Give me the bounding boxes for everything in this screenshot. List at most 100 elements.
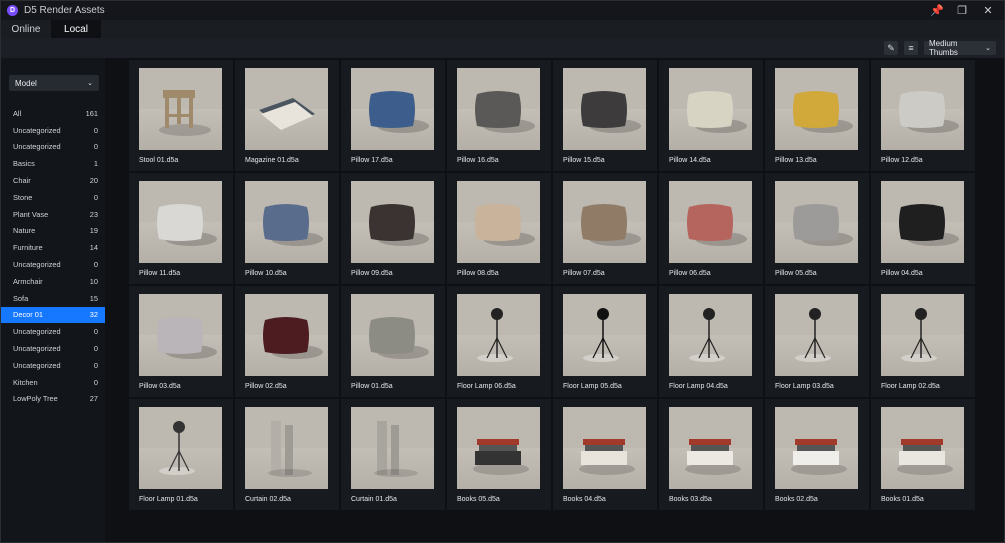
category-label: Uncategorized bbox=[13, 327, 61, 337]
asset-name: Books 01.d5a bbox=[881, 496, 924, 503]
category-count: 0 bbox=[93, 344, 98, 354]
asset-card[interactable]: Pillow 05.d5a bbox=[765, 173, 869, 284]
asset-card[interactable]: Stool 01.d5a bbox=[129, 60, 233, 171]
asset-card[interactable]: Pillow 15.d5a bbox=[553, 60, 657, 171]
asset-card[interactable]: Pillow 14.d5a bbox=[659, 60, 763, 171]
sidebar-item-uncategorized[interactable]: Uncategorized 0 bbox=[1, 357, 105, 374]
sidebar-item-basics[interactable]: Basics 1 bbox=[1, 155, 105, 172]
close-icon[interactable]: ✕ bbox=[982, 5, 994, 17]
asset-thumbnail bbox=[139, 68, 222, 150]
asset-card[interactable]: Curtain 01.d5a bbox=[341, 399, 445, 510]
asset-card[interactable]: Pillow 08.d5a bbox=[447, 173, 551, 284]
asset-card[interactable]: Pillow 07.d5a bbox=[553, 173, 657, 284]
asset-card[interactable]: Pillow 16.d5a bbox=[447, 60, 551, 171]
asset-card[interactable]: Floor Lamp 05.d5a bbox=[553, 286, 657, 397]
asset-name: Floor Lamp 04.d5a bbox=[669, 383, 728, 390]
category-label: All bbox=[13, 108, 22, 118]
asset-name: Curtain 01.d5a bbox=[351, 496, 397, 503]
asset-card[interactable]: Pillow 02.d5a bbox=[235, 286, 339, 397]
asset-card[interactable]: Magazine 01.d5a bbox=[235, 60, 339, 171]
category-label: Uncategorized bbox=[13, 360, 61, 370]
category-sidebar: Model ⌄ All 161 Uncategorized 0 Uncategorize… bbox=[1, 58, 105, 542]
sidebar-item-nature[interactable]: Nature 19 bbox=[1, 223, 105, 240]
asset-type-select[interactable]: Model ⌄ bbox=[9, 75, 99, 91]
restore-icon[interactable]: ❐ bbox=[956, 5, 968, 17]
asset-thumbnail bbox=[457, 294, 540, 376]
content-body: Model ⌄ All 161 Uncategorized 0 Uncategorize… bbox=[1, 58, 1004, 542]
view-mode-select[interactable]: Medium Thumbs ⌄ bbox=[924, 39, 996, 57]
asset-name: Pillow 07.d5a bbox=[563, 270, 605, 277]
sidebar-item-kitchen[interactable]: Kitchen 0 bbox=[1, 374, 105, 391]
sidebar-item-all[interactable]: All 161 bbox=[1, 105, 105, 122]
sidebar-item-decor-01[interactable]: Decor 01 32 bbox=[1, 306, 105, 324]
asset-thumbnail bbox=[881, 68, 964, 150]
sidebar-item-uncategorized[interactable]: Uncategorized 0 bbox=[1, 139, 105, 156]
asset-card[interactable]: Pillow 12.d5a bbox=[871, 60, 975, 171]
sidebar-item-chair[interactable]: Chair 20 bbox=[1, 172, 105, 189]
asset-name: Pillow 16.d5a bbox=[457, 157, 499, 164]
category-label: Chair bbox=[13, 176, 31, 186]
asset-card[interactable]: Floor Lamp 02.d5a bbox=[871, 286, 975, 397]
asset-card[interactable]: Books 04.d5a bbox=[553, 399, 657, 510]
category-list: All 161 Uncategorized 0 Uncategorized 0 Basics… bbox=[1, 105, 105, 407]
asset-name: Floor Lamp 01.d5a bbox=[139, 496, 198, 503]
category-count: 1 bbox=[93, 159, 98, 169]
tab-online[interactable]: Online bbox=[1, 20, 51, 38]
sidebar-item-plant-vase[interactable]: Plant Vase 23 bbox=[1, 206, 105, 223]
category-count: 10 bbox=[89, 276, 98, 286]
asset-thumbnail bbox=[351, 294, 434, 376]
category-label: Basics bbox=[13, 159, 35, 169]
sidebar-item-stone[interactable]: Stone 0 bbox=[1, 189, 105, 206]
asset-thumbnail bbox=[669, 68, 752, 150]
asset-name: Floor Lamp 05.d5a bbox=[563, 383, 622, 390]
asset-thumbnail bbox=[245, 181, 328, 263]
asset-thumbnail bbox=[245, 68, 328, 150]
asset-card[interactable]: Pillow 13.d5a bbox=[765, 60, 869, 171]
asset-card[interactable]: Books 03.d5a bbox=[659, 399, 763, 510]
asset-thumbnail bbox=[775, 407, 858, 489]
asset-card[interactable]: Books 02.d5a bbox=[765, 399, 869, 510]
asset-name: Books 04.d5a bbox=[563, 496, 606, 503]
asset-card[interactable]: Pillow 03.d5a bbox=[129, 286, 233, 397]
sidebar-item-lowpoly-tree[interactable]: LowPoly Tree 27 bbox=[1, 391, 105, 408]
asset-card[interactable]: Floor Lamp 03.d5a bbox=[765, 286, 869, 397]
sidebar-item-uncategorized[interactable]: Uncategorized 0 bbox=[1, 323, 105, 340]
sidebar-item-uncategorized[interactable]: Uncategorized 0 bbox=[1, 122, 105, 139]
asset-card[interactable]: Pillow 04.d5a bbox=[871, 173, 975, 284]
asset-thumbnail bbox=[563, 181, 646, 263]
asset-card[interactable]: Pillow 06.d5a bbox=[659, 173, 763, 284]
sidebar-item-furniture[interactable]: Furniture 14 bbox=[1, 239, 105, 256]
asset-card[interactable]: Floor Lamp 01.d5a bbox=[129, 399, 233, 510]
edit-icon[interactable]: ✎ bbox=[884, 41, 898, 55]
sidebar-item-uncategorized[interactable]: Uncategorized 0 bbox=[1, 256, 105, 273]
asset-card[interactable]: Curtain 02.d5a bbox=[235, 399, 339, 510]
pin-icon[interactable]: 📌 bbox=[930, 5, 944, 17]
asset-card[interactable]: Books 01.d5a bbox=[871, 399, 975, 510]
asset-name: Pillow 04.d5a bbox=[881, 270, 923, 277]
asset-card[interactable]: Floor Lamp 06.d5a bbox=[447, 286, 551, 397]
asset-thumbnail bbox=[351, 407, 434, 489]
asset-thumbnail bbox=[351, 181, 434, 263]
asset-name: Books 02.d5a bbox=[775, 496, 818, 503]
sidebar-item-armchair[interactable]: Armchair 10 bbox=[1, 273, 105, 290]
asset-name: Stool 01.d5a bbox=[139, 157, 179, 164]
asset-card[interactable]: Pillow 17.d5a bbox=[341, 60, 445, 171]
view-mode-label: Medium Thumbs bbox=[929, 39, 958, 57]
category-count: 32 bbox=[89, 310, 98, 320]
assets-window: D D5 Render Assets 📌 ❐ ✕ Online Local ✎ … bbox=[0, 0, 1005, 543]
asset-card[interactable]: Pillow 11.d5a bbox=[129, 173, 233, 284]
category-count: 161 bbox=[85, 108, 98, 118]
sidebar-item-uncategorized[interactable]: Uncategorized 0 bbox=[1, 340, 105, 357]
asset-card[interactable]: Pillow 01.d5a bbox=[341, 286, 445, 397]
tab-local[interactable]: Local bbox=[51, 20, 101, 38]
sidebar-item-sofa[interactable]: Sofa 15 bbox=[1, 290, 105, 307]
asset-thumbnail bbox=[775, 181, 858, 263]
asset-thumbnail bbox=[563, 68, 646, 150]
window-title: D5 Render Assets bbox=[24, 5, 105, 16]
asset-card[interactable]: Books 05.d5a bbox=[447, 399, 551, 510]
asset-card[interactable]: Pillow 09.d5a bbox=[341, 173, 445, 284]
category-count: 14 bbox=[89, 243, 98, 253]
asset-card[interactable]: Pillow 10.d5a bbox=[235, 173, 339, 284]
filter-settings-icon[interactable]: ≡ bbox=[904, 41, 918, 55]
asset-card[interactable]: Floor Lamp 04.d5a bbox=[659, 286, 763, 397]
